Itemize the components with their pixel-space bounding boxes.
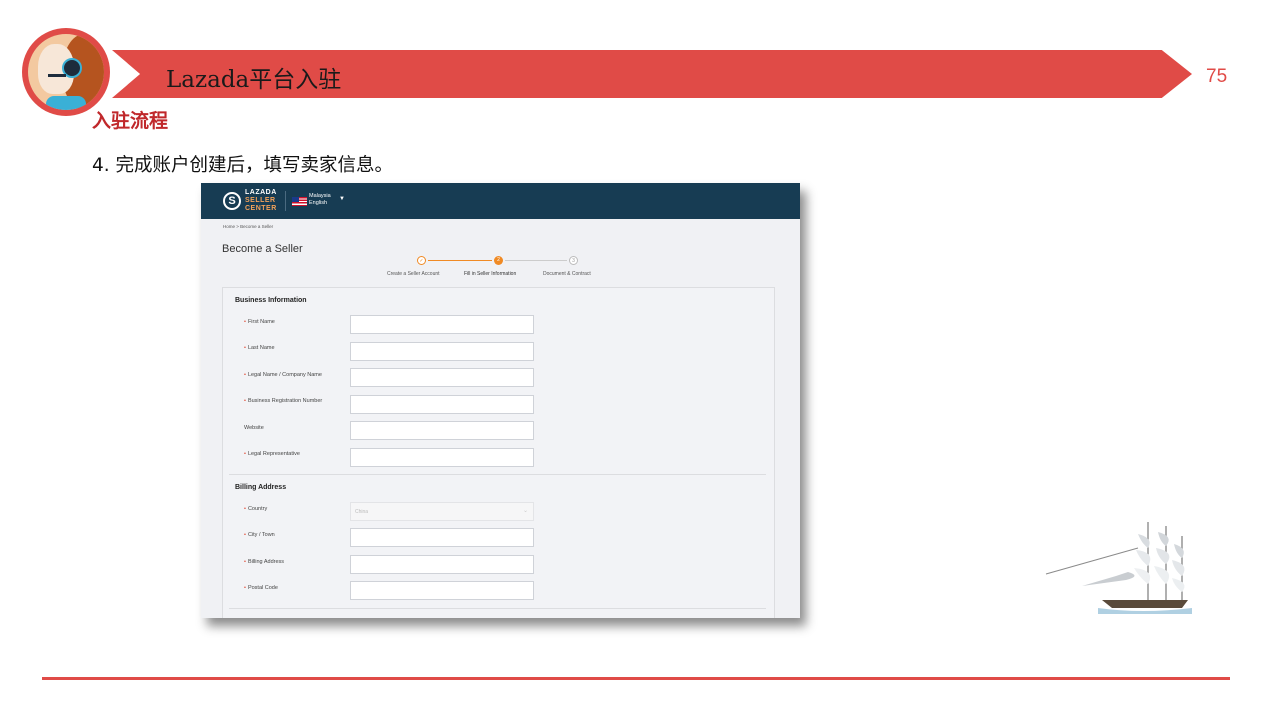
stepper-connector-done [428,260,492,261]
stepper-connector-pending [505,260,567,261]
country-selector[interactable]: Malaysia English [309,193,331,207]
required-marker: • [244,319,246,325]
lazada-logo-text: LAZADA SELLER CENTER [245,189,285,213]
website-input[interactable] [350,421,534,440]
required-marker: • [244,506,246,512]
last-name-label: • Last Name [244,345,275,351]
logo-line-seller: SELLER [245,197,276,204]
required-marker: • [244,451,246,457]
country-language: English [309,200,328,206]
required-marker: • [244,398,246,404]
first-name-label: • First Name [244,319,275,325]
legal-name-input[interactable] [350,368,534,387]
section-divider [229,608,766,609]
website-label: Website [244,425,264,431]
business-registration-input[interactable] [350,395,534,414]
city-town-input[interactable] [350,528,534,547]
required-marker: • [244,585,246,591]
section-divider [229,474,766,475]
business-registration-label: • Business Registration Number [244,398,322,404]
header-divider [285,191,286,211]
field-label-text: Legal Representative [247,451,300,457]
breadcrumb[interactable]: Home > Become a Seller [223,224,273,229]
field-label-text: City / Town [247,532,275,538]
field-label-text: Business Registration Number [247,398,323,404]
postal-code-label: • Postal Code [244,585,278,591]
required-marker: • [244,372,246,378]
city-town-label: • City / Town [244,532,275,538]
lazada-logo-icon: S [223,192,241,210]
malaysia-flag-icon[interactable] [292,197,307,206]
legal-name-label: • Legal Name / Company Name [244,372,322,378]
required-marker: • [244,345,246,351]
step-2-marker: 2 [494,256,503,265]
page-number: 75 [1206,66,1228,87]
step-instruction: 4. 完成账户创建后，填写卖家信息。 [92,155,394,176]
footer-divider [42,677,1230,680]
country-select-value: China [355,509,369,515]
seller-center-header: S LAZADA SELLER CENTER Malaysia English … [201,183,800,219]
step-2-label: Fill in Seller Information [464,271,517,277]
legal-representative-label: • Legal Representative [244,451,300,457]
billing-address-heading: Billing Address [235,484,287,491]
seller-center-screenshot: S LAZADA SELLER CENTER Malaysia English … [201,183,800,618]
required-marker: • [244,532,246,538]
field-label-text: Country [247,506,268,512]
sailing-ship-icon [1045,522,1192,614]
logo-line-lazada: LAZADA [245,189,277,196]
field-label-text: First Name [247,319,275,325]
field-label-text: Last Name [247,345,275,351]
slide-title: Lazada平台入驻 [166,67,342,93]
field-label-text: Billing Address [247,559,285,565]
legal-representative-input[interactable] [350,448,534,467]
required-marker: • [244,559,246,565]
field-label-text: Legal Name / Company Name [247,372,322,378]
step-3-label: Document & Contract [543,271,591,277]
step-1-check-icon: ✓ [417,256,426,265]
logo-line-center: CENTER [245,205,277,212]
field-label-text: Postal Code [247,585,278,591]
first-name-input[interactable] [350,315,534,334]
business-information-heading: Business Information [235,297,307,304]
last-name-input[interactable] [350,342,534,361]
country-label: • Country [244,506,267,512]
billing-address-input[interactable] [350,555,534,574]
postal-code-input[interactable] [350,581,534,600]
page-title: Become a Seller [222,243,303,255]
customer-service-avatar-icon [22,28,110,116]
section-heading: 入驻流程 [92,110,169,132]
step-1-label: Create a Seller Account [387,271,440,277]
chevron-down-icon[interactable]: ▼ [339,196,345,202]
chevron-down-icon: ⌄ [522,508,528,514]
country-select[interactable]: China ⌄ [350,502,534,521]
billing-address-label: • Billing Address [244,559,284,565]
country-name: Malaysia [309,193,331,199]
step-3-marker: 3 [569,256,578,265]
